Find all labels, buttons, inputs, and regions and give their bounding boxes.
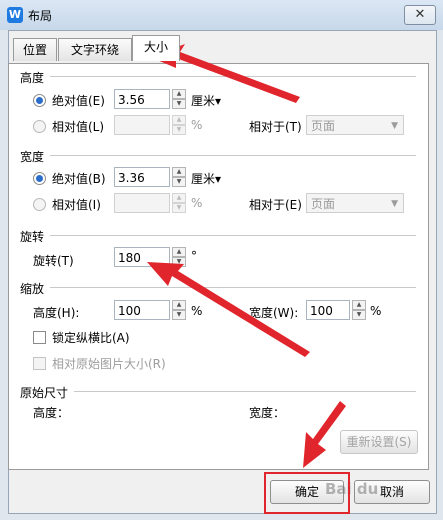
annotation-arrows xyxy=(147,44,346,468)
arrow-to-ok-button xyxy=(303,401,346,468)
arrow-to-rotation-input xyxy=(147,262,310,357)
tab-size[interactable]: 大小 xyxy=(132,35,180,61)
